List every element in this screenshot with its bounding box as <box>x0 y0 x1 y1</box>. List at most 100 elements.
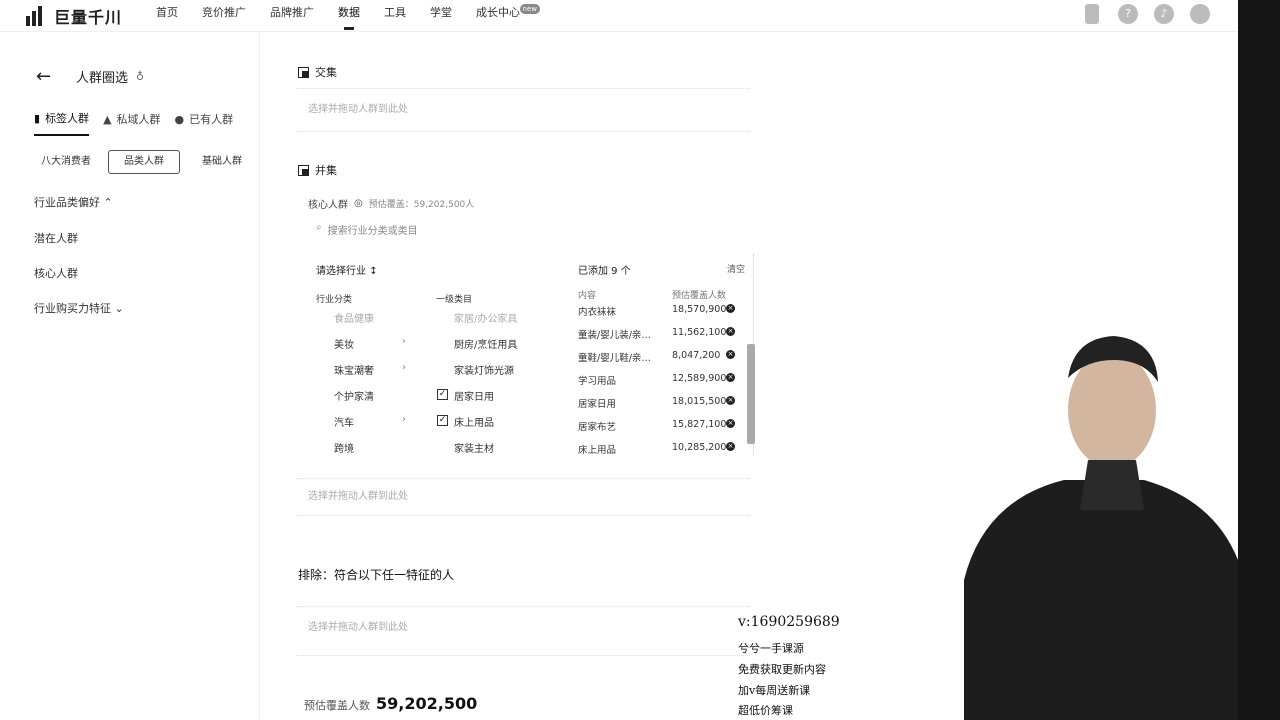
subtab-category-crowd[interactable]: 品类人群 <box>108 150 180 174</box>
chevron-up-icon: ⌃ <box>103 196 113 209</box>
overlay-line: 兮兮一手课源 <box>738 642 804 655</box>
nav-tools[interactable]: 工具 <box>384 0 406 32</box>
back-arrow-icon[interactable]: ← <box>36 66 66 87</box>
industry-item[interactable]: 跨境 <box>334 440 354 455</box>
avatar[interactable] <box>1190 4 1210 24</box>
nav-brand[interactable]: 品牌推广 <box>270 0 314 32</box>
chevron-down-icon: ⌄ <box>114 302 124 315</box>
tab-private-crowd[interactable]: ▲ 私域人群 <box>103 110 160 136</box>
scrollbar[interactable] <box>747 344 755 444</box>
added-name: 居家日用 <box>578 399 617 410</box>
added-value: 8,047,200 <box>672 350 721 361</box>
remove-icon[interactable]: × <box>726 373 735 382</box>
industry-item[interactable]: 汽车 <box>334 414 354 429</box>
brand-logo[interactable]: 巨量千川 <box>26 4 156 28</box>
category-search[interactable]: ⌕ 搜索行业分类或类目 <box>316 222 418 237</box>
category-item[interactable]: 家居/办公家具 <box>454 310 517 325</box>
remove-icon[interactable]: × <box>726 304 735 313</box>
menu-label: 行业品类偏好 <box>34 196 100 209</box>
col-estimate: 预估覆盖人数 <box>672 291 727 301</box>
cursor-icon: ↕ <box>369 266 378 277</box>
industry-selector-panel: 请选择行业 ↕ 行业分类 一级类目 食品健康 美妆 › 珠宝潮奢 › 个护家清 … <box>304 254 755 456</box>
added-value: 15,827,100 <box>672 419 727 430</box>
info-icon[interactable]: ◎ <box>354 198 363 209</box>
added-name: 童装/婴儿装/亲… <box>578 330 651 341</box>
core-crowd-label: 核心人群 <box>308 200 348 211</box>
bell-icon[interactable]: ♪ <box>1154 4 1174 24</box>
core-crowd-estimate: 预估覆盖：59,202,500人 <box>368 200 475 210</box>
user-icon: ● <box>174 112 185 126</box>
added-row: 居家日用 18,015,500 × <box>578 396 738 410</box>
nav-academy[interactable]: 学堂 <box>430 0 452 32</box>
video-side-strip <box>1238 0 1280 720</box>
menu-potential-crowd[interactable]: 潜在人群 <box>34 230 78 246</box>
category-item[interactable]: 床上用品 <box>454 414 494 429</box>
exclude-dropzone[interactable]: 选择并拖动人群到此处 <box>296 606 750 656</box>
category-item[interactable]: 家装主材 <box>454 440 494 455</box>
industry-item[interactable]: 食品健康 <box>334 310 374 325</box>
chevron-right-icon: › <box>402 362 406 373</box>
industry-item[interactable]: 个护家清 <box>334 388 374 403</box>
subtab-eight-consumers[interactable]: 八大消费者 <box>34 150 98 174</box>
intersection-icon <box>298 66 309 78</box>
checkbox-checked[interactable]: ✓ <box>437 389 448 400</box>
estimate-value: 59,202,500 <box>376 694 478 713</box>
nav-home[interactable]: 首页 <box>156 0 178 32</box>
bulb-icon[interactable]: ♁ <box>136 70 144 83</box>
presenter-photo <box>964 330 1238 720</box>
nav-bidding[interactable]: 竞价推广 <box>202 0 246 32</box>
overlay-line: 加v每周送新课 <box>738 684 811 697</box>
overlay-line: 超低价筹课 <box>738 704 793 717</box>
tree-icon: ▲ <box>103 112 112 126</box>
subtab-basic-crowd[interactable]: 基础人群 <box>190 150 254 174</box>
menu-industry-preference[interactable]: 行业品类偏好 ⌃ <box>34 194 113 210</box>
remove-icon[interactable]: × <box>726 327 735 336</box>
col-industry: 行业分类 <box>316 295 353 305</box>
added-row: 床上用品 10,285,200 × <box>578 442 738 456</box>
added-value: 10,285,200 <box>672 442 727 453</box>
chevron-right-icon: › <box>402 336 406 347</box>
intersection-dropzone[interactable]: 选择并拖动人群到此处 <box>296 88 750 132</box>
added-name: 学习用品 <box>578 376 617 387</box>
industry-item[interactable]: 珠宝潮奢 <box>334 362 374 377</box>
exclude-title: 排除：符合以下任一特征的人 <box>298 568 455 582</box>
top-icons: ? ♪ <box>1082 4 1210 24</box>
tab-label: 已有人群 <box>189 113 234 126</box>
added-name: 居家布艺 <box>578 422 617 433</box>
remove-icon[interactable]: × <box>726 419 735 428</box>
industry-item[interactable]: 美妆 <box>334 336 354 351</box>
union-dropzone[interactable]: 选择并拖动人群到此处 <box>296 478 750 516</box>
brand-name: 巨量千川 <box>54 7 123 27</box>
added-count: 已添加 9 个 <box>578 266 631 277</box>
nav-data[interactable]: 数据 <box>338 0 360 32</box>
nav-growth[interactable]: 成长中心 new <box>476 0 540 32</box>
remove-icon[interactable]: × <box>726 442 735 451</box>
clear-button[interactable]: 清空 <box>727 262 745 275</box>
menu-purchasing-power[interactable]: 行业购买力特征 ⌄ <box>34 300 124 316</box>
selector-title: 请选择行业 ↕ <box>316 262 378 277</box>
bookmark-icon: ▮ <box>34 111 41 125</box>
union-title: 并集 <box>315 164 337 177</box>
col-content: 内容 <box>578 291 597 301</box>
added-row: 童装/婴儿装/亲… 11,562,100 × <box>578 327 738 341</box>
help-icon[interactable]: ? <box>1118 4 1138 24</box>
tab-existing-crowd[interactable]: ● 已有人群 <box>175 110 234 136</box>
tab-tag-crowd[interactable]: ▮ 标签人群 <box>34 110 90 136</box>
checkbox-checked[interactable]: ✓ <box>437 415 448 426</box>
remove-icon[interactable]: × <box>726 396 735 405</box>
page-title: 人群圈选 <box>76 71 129 86</box>
tab-label: 标签人群 <box>45 112 90 125</box>
menu-core-crowd[interactable]: 核心人群 <box>34 265 78 281</box>
remove-icon[interactable]: × <box>726 350 735 359</box>
phone-icon[interactable] <box>1085 4 1099 24</box>
category-item[interactable]: 居家日用 <box>454 388 494 403</box>
search-placeholder: 搜索行业分类或类目 <box>327 226 418 237</box>
category-item[interactable]: 厨房/烹饪用具 <box>454 336 517 351</box>
union-icon <box>298 164 309 176</box>
estimate-footer: 预估覆盖人数 59,202,500 <box>304 694 477 713</box>
top-navbar: 巨量千川 首页 竞价推广 品牌推广 数据 工具 学堂 成长中心 new ? ♪ <box>0 0 1240 32</box>
chevron-right-icon: › <box>402 414 406 425</box>
selector-title-text: 请选择行业 <box>316 266 366 277</box>
category-item[interactable]: 家装灯饰光源 <box>454 362 514 377</box>
left-sidebar: ← 人群圈选 ♁ ▮ 标签人群 ▲ 私域人群 ● 已有人群 八大消费者 品类人群… <box>0 32 260 720</box>
